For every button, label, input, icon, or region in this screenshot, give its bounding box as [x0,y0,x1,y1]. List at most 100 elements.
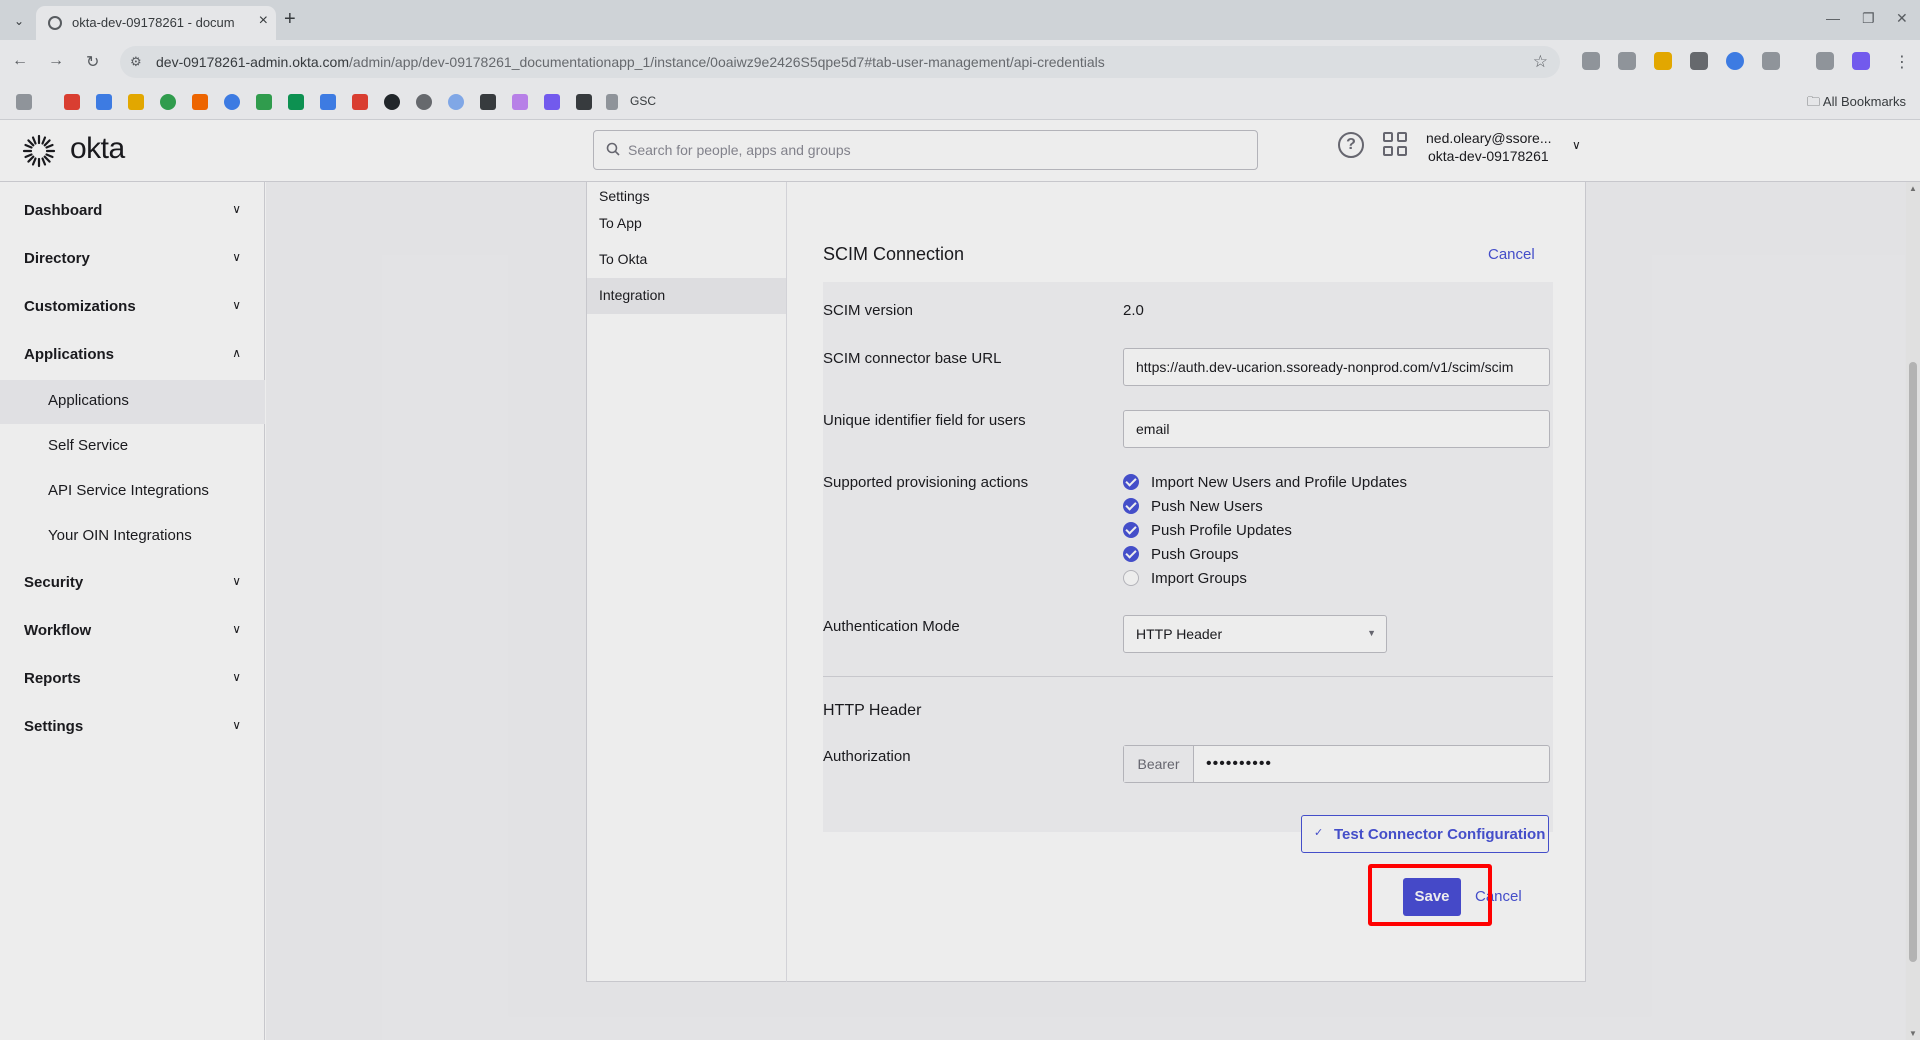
unique-id-input[interactable] [1123,410,1550,448]
bookmark-icon[interactable] [224,94,240,110]
site-info-icon[interactable]: ⚙ [130,54,142,70]
test-connector-button[interactable]: ✓ Test Connector Configuration [1301,815,1549,853]
bookmark-icon[interactable] [64,94,80,110]
checkbox-checked-icon [1123,498,1139,514]
search-input[interactable] [628,139,1228,161]
back-icon[interactable]: ← [12,52,28,70]
auth-mode-select[interactable]: HTTP Header ▼ [1123,615,1387,653]
scroll-thumb[interactable] [1909,362,1917,962]
bookmark-star-icon[interactable]: ☆ [1533,52,1548,72]
checkbox-unchecked-icon [1123,570,1139,586]
sidebar-subitem-applications[interactable]: Applications [0,380,265,424]
folder-icon: 🗀 [1807,94,1823,109]
bookmark-icon[interactable] [448,94,464,110]
page-scrollbar[interactable]: ▲ ▼ [1906,182,1920,1040]
url-field[interactable]: ⚙ dev-09178261-admin.okta.com/admin/app/… [120,46,1560,78]
menu-dots-icon[interactable]: ⋮ [1894,52,1910,72]
bearer-token-masked: •••••••••• [1206,755,1273,772]
extension-icon[interactable] [1726,52,1744,70]
reload-icon[interactable]: ↻ [86,52,99,72]
tab-list-chevron-icon[interactable]: ⌄ [8,10,30,32]
cancel-link-top[interactable]: Cancel [1488,246,1535,263]
restore-icon[interactable]: ❐ [1862,10,1875,27]
extension-icon[interactable] [1690,52,1708,70]
profile-icon[interactable] [1852,52,1870,70]
bookmark-icon[interactable] [480,94,496,110]
bookmark-icon[interactable] [606,94,618,110]
forward-icon[interactable]: → [48,52,64,70]
bookmark-icon[interactable] [128,94,144,110]
sidebar-item-customizations[interactable]: Customizations ∨ [0,286,265,330]
apps-grid-icon[interactable] [16,94,32,110]
sidebar-subitem-your-oin-integrations[interactable]: Your OIN Integrations [0,515,265,559]
tab-favicon-icon [48,16,62,30]
subnav-header: Settings [599,188,650,204]
caret-down-icon: ▼ [1367,628,1376,638]
browser-tab-bar: ⌄ okta-dev-09178261 - docum × + — ❐ ✕ [0,0,1920,40]
save-highlight-box [1368,864,1492,926]
new-tab-icon[interactable]: + [284,8,296,31]
okta-logo-text[interactable]: okta [70,132,125,166]
sidebar-item-directory[interactable]: Directory ∨ [0,238,265,282]
subnav-integration[interactable]: Integration [587,278,786,314]
extensions-puzzle-icon[interactable] [1762,52,1780,70]
window-close-icon[interactable]: ✕ [1896,10,1908,27]
scroll-up-icon[interactable]: ▲ [1909,184,1917,193]
tab-close-icon[interactable]: × [259,12,268,30]
provisioning-subnav: Settings To App To Okta Integration [587,182,787,982]
authorization-field[interactable]: Bearer •••••••••• [1123,745,1550,783]
chevron-down-icon: ∨ [232,250,241,264]
sidebar-subitem-api-service-integrations[interactable]: API Service Integrations [0,470,265,514]
help-icon[interactable]: ? [1338,132,1364,158]
sidebar-item-workflow[interactable]: Workflow ∨ [0,610,265,654]
sidebar-item-reports[interactable]: Reports ∨ [0,658,265,702]
base-url-input[interactable] [1123,348,1550,386]
bookmark-icon[interactable] [544,94,560,110]
user-org[interactable]: okta-dev-09178261 [1428,148,1549,164]
sidebar-item-security[interactable]: Security ∨ [0,562,265,606]
all-bookmarks[interactable]: 🗀 All Bookmarks [1807,93,1906,115]
github-icon[interactable] [384,94,400,110]
auth-mode-label: Authentication Mode [823,618,960,635]
okta-header: okta ? ned.oleary@ssore... okta-dev-0917… [0,120,1920,182]
download-icon[interactable] [1816,52,1834,70]
notion-icon[interactable] [576,94,592,110]
app-grid-icon[interactable] [1383,132,1409,158]
minimize-icon[interactable]: — [1826,10,1840,26]
sidebar-item-dashboard[interactable]: Dashboard ∨ [0,190,265,234]
checkbox-checked-icon [1123,474,1139,490]
bookmark-icon[interactable] [416,94,432,110]
subnav-to-okta[interactable]: To Okta [587,242,786,278]
bearer-prefix: Bearer [1124,746,1194,782]
sidebar-subitem-self-service[interactable]: Self Service [0,425,265,469]
chevron-down-icon: ∨ [232,670,241,684]
bookmark-icon[interactable] [512,94,528,110]
chevron-down-icon: ∨ [232,622,241,636]
sidebar-item-applications[interactable]: Applications ∧ [0,334,265,378]
chevron-down-icon[interactable]: ∨ [1572,138,1581,152]
bookmark-icon[interactable] [320,94,336,110]
provisioning-panel: Settings To App To Okta Integration SCIM… [586,182,1586,982]
scroll-down-icon[interactable]: ▼ [1909,1029,1917,1038]
http-header-title: HTTP Header [823,702,922,719]
bookmark-gsc[interactable]: GSC [630,94,656,108]
base-url-label: SCIM connector base URL [823,350,1002,367]
bookmark-icon[interactable] [288,94,304,110]
bookmark-icon[interactable] [192,94,208,110]
bookmark-icon[interactable] [160,94,176,110]
bookmark-icon[interactable] [256,94,272,110]
scim-connection-form: SCIM Connection Cancel SCIM version 2.0 … [823,182,1553,982]
subnav-to-app[interactable]: To App [587,206,786,242]
browser-tab[interactable]: okta-dev-09178261 - docum × [36,6,276,40]
user-email[interactable]: ned.oleary@ssore... [1426,130,1552,146]
sidebar-item-settings[interactable]: Settings ∨ [0,706,265,750]
bookmark-icon[interactable] [96,94,112,110]
scim-version-label: SCIM version [823,302,914,319]
extension-icon[interactable] [1582,52,1600,70]
bookmark-icon[interactable] [352,94,368,110]
sidebar: Dashboard ∨ Directory ∨ Customizations ∨ Ap… [0,182,265,1040]
chevron-down-icon: ∨ [232,298,241,312]
extension-icon[interactable] [1654,52,1672,70]
extension-icon[interactable] [1618,52,1636,70]
section-title: SCIM Connection [823,244,965,264]
